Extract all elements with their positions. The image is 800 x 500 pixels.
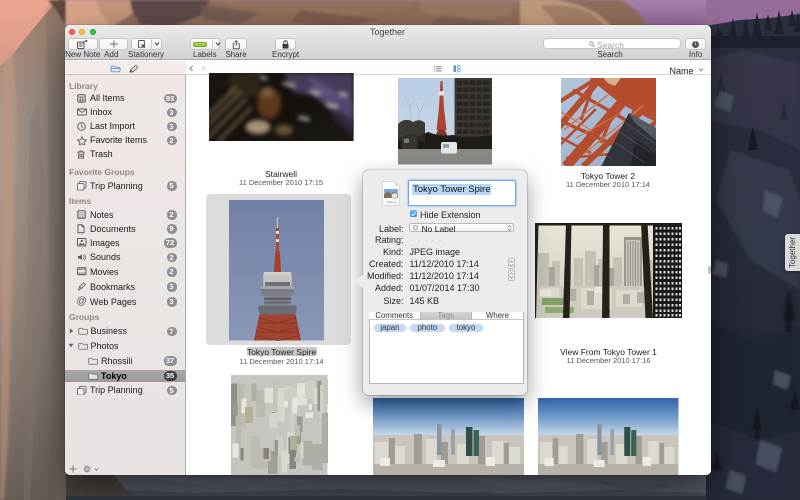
svg-text:JPEG: JPEG (386, 199, 396, 204)
